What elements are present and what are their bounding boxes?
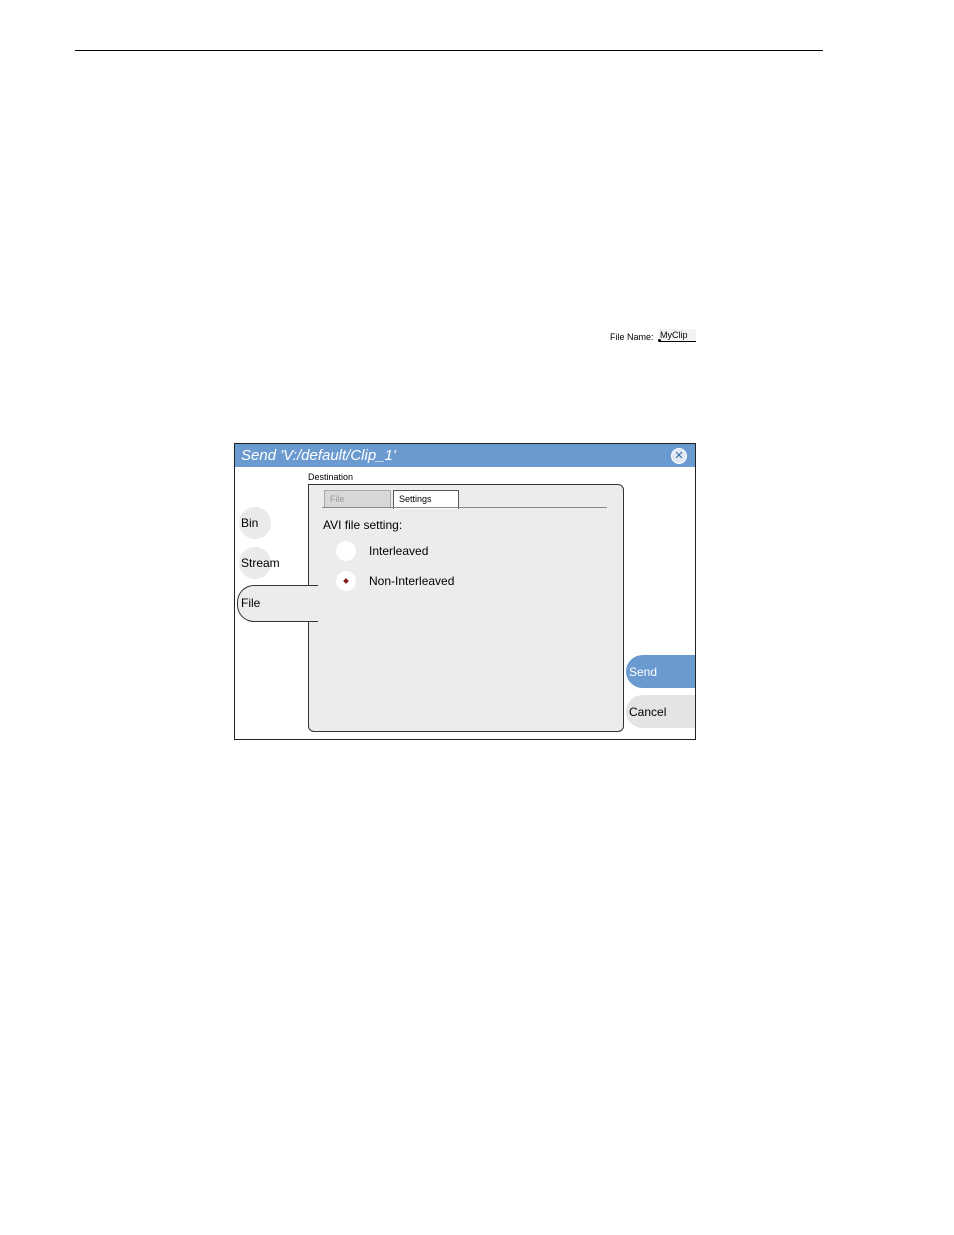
cancel-button-label: Cancel xyxy=(629,705,667,719)
cancel-button[interactable]: Cancel xyxy=(626,695,695,728)
radio-circle-selected[interactable] xyxy=(336,571,356,591)
side-tab-stream-label: Stream xyxy=(241,556,280,570)
close-button[interactable]: ✕ xyxy=(671,448,687,464)
send-button-label: Send xyxy=(629,665,658,679)
subtab-divider xyxy=(322,507,607,508)
side-tab-bin-label: Bin xyxy=(241,516,259,530)
subtab-file[interactable]: File xyxy=(324,490,391,507)
file-name-input[interactable]: MyClip xyxy=(659,329,696,342)
close-icon: ✕ xyxy=(674,449,684,462)
radio-non-interleaved-label: Non-Interleaved xyxy=(369,574,455,588)
radio-circle[interactable] xyxy=(336,541,356,561)
side-tab-bin[interactable]: Bin xyxy=(239,507,271,539)
destination-label: Destination xyxy=(308,472,354,482)
side-tab-stream[interactable]: Stream xyxy=(239,547,280,579)
side-tab-file-label: File xyxy=(241,596,261,610)
subtab-settings-label: Settings xyxy=(399,494,432,504)
dialog-title: Send 'V:/default/Clip_1' xyxy=(241,447,396,464)
radio-interleaved-label: Interleaved xyxy=(369,544,429,558)
send-button[interactable]: Send xyxy=(626,655,695,688)
avi-file-setting-label: AVI file setting: xyxy=(323,518,403,532)
dialog-title-bar: Send 'V:/default/Clip_1' ✕ xyxy=(235,444,695,467)
file-name-label: File Name: xyxy=(610,332,654,342)
send-dialog: Send 'V:/default/Clip_1' ✕ Destination B… xyxy=(234,443,696,740)
subtab-file-label: File xyxy=(330,494,345,504)
radio-selected-icon xyxy=(343,578,349,584)
side-tab-file[interactable]: File xyxy=(237,585,318,622)
page-header-rule xyxy=(75,50,823,51)
destination-panel: File Settings AVI file setting: Interlea… xyxy=(308,484,624,732)
text-caret xyxy=(658,339,661,342)
